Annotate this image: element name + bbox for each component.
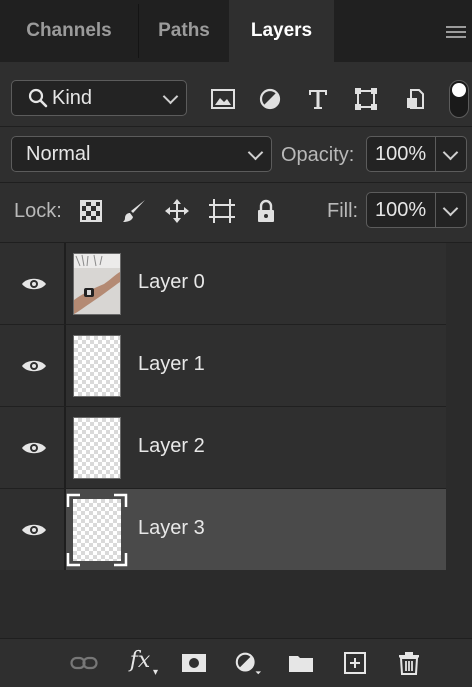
adjustment-filter-icon[interactable] bbox=[255, 84, 285, 114]
tab-layers-label: Layers bbox=[250, 20, 313, 41]
panel-menu-icon[interactable] bbox=[446, 26, 466, 38]
chevron-down-icon bbox=[247, 144, 264, 161]
layer-name[interactable]: Layer 0 bbox=[138, 271, 205, 294]
column-divider bbox=[64, 243, 66, 324]
visibility-toggle[interactable] bbox=[0, 243, 64, 324]
eye-icon bbox=[22, 278, 46, 290]
layer-style-fx-icon[interactable]: fx ▾ bbox=[126, 647, 158, 679]
opacity-label: Opacity: bbox=[281, 144, 355, 166]
add-mask-icon[interactable] bbox=[180, 651, 208, 675]
scrollbar-track[interactable] bbox=[446, 243, 472, 638]
eye-icon bbox=[22, 360, 46, 372]
layer-row-layer-0[interactable]: Layer 0 bbox=[0, 243, 446, 324]
delete-layer-icon[interactable] bbox=[395, 651, 423, 675]
lock-all-icon[interactable] bbox=[251, 196, 281, 226]
visibility-toggle[interactable] bbox=[0, 325, 64, 406]
lock-transparent-pixels-icon[interactable] bbox=[76, 196, 106, 226]
layer-thumbnail-photo bbox=[73, 253, 121, 315]
dropdown-indicator-icon: ▾ bbox=[152, 667, 158, 678]
search-icon bbox=[28, 88, 48, 108]
eye-icon bbox=[22, 442, 46, 454]
opacity-field[interactable]: 100% bbox=[366, 136, 467, 172]
fill-value: 100% bbox=[375, 198, 427, 221]
lock-artboard-icon[interactable] bbox=[207, 196, 237, 226]
tab-channels-label: Channels bbox=[26, 20, 112, 41]
eye-icon bbox=[22, 524, 46, 536]
smart-object-filter-icon[interactable] bbox=[400, 84, 430, 114]
visibility-toggle[interactable] bbox=[0, 407, 64, 488]
layer-thumbnail-transparent bbox=[73, 417, 121, 479]
layer-name[interactable]: Layer 3 bbox=[138, 517, 205, 540]
chevron-down-icon[interactable] bbox=[442, 144, 459, 161]
shape-filter-icon[interactable] bbox=[351, 84, 381, 114]
lock-image-pixels-icon[interactable] bbox=[119, 196, 149, 226]
filter-kind-value: Kind bbox=[52, 86, 93, 109]
blend-mode-value: Normal bbox=[26, 142, 91, 165]
column-divider bbox=[64, 325, 66, 406]
tab-paths-label: Paths bbox=[158, 20, 210, 41]
tab-layers[interactable]: Layers bbox=[229, 0, 334, 62]
new-layer-icon[interactable] bbox=[341, 651, 369, 675]
layer-name[interactable]: Layer 2 bbox=[138, 435, 205, 458]
fx-label: fx bbox=[129, 647, 151, 673]
layer-row-layer-1[interactable]: Layer 1 bbox=[0, 325, 446, 406]
image-filter-icon[interactable] bbox=[208, 84, 238, 114]
lock-position-icon[interactable] bbox=[162, 196, 192, 226]
tab-channels[interactable]: Channels bbox=[0, 0, 138, 62]
filter-toggle-icon[interactable] bbox=[449, 80, 469, 118]
type-filter-icon[interactable] bbox=[303, 84, 333, 114]
panel-tab-bar: Channels Paths Layers bbox=[0, 0, 472, 62]
filter-kind-select[interactable]: Kind bbox=[11, 80, 187, 116]
selected-thumbnail-frame-icon bbox=[66, 493, 128, 567]
layer-row-layer-2[interactable]: Layer 2 bbox=[0, 407, 446, 488]
blend-mode-select[interactable]: Normal bbox=[11, 136, 272, 172]
fill-label: Fill: bbox=[327, 200, 359, 222]
new-adjustment-layer-icon[interactable] bbox=[234, 651, 262, 675]
chevron-down-icon[interactable] bbox=[442, 200, 459, 217]
link-layers-icon[interactable] bbox=[70, 651, 98, 675]
fill-field[interactable]: 100% bbox=[366, 192, 467, 228]
new-group-icon[interactable] bbox=[287, 651, 315, 675]
layer-name[interactable]: Layer 1 bbox=[138, 353, 205, 376]
lock-label: Lock: bbox=[14, 200, 62, 222]
visibility-toggle[interactable] bbox=[0, 489, 64, 570]
tab-paths[interactable]: Paths bbox=[139, 0, 229, 62]
layer-row-layer-3[interactable]: Layer 3 bbox=[0, 489, 446, 570]
chevron-down-icon bbox=[162, 88, 179, 105]
layer-thumbnail-transparent bbox=[73, 335, 121, 397]
opacity-value: 100% bbox=[375, 142, 427, 165]
column-divider bbox=[64, 407, 66, 488]
